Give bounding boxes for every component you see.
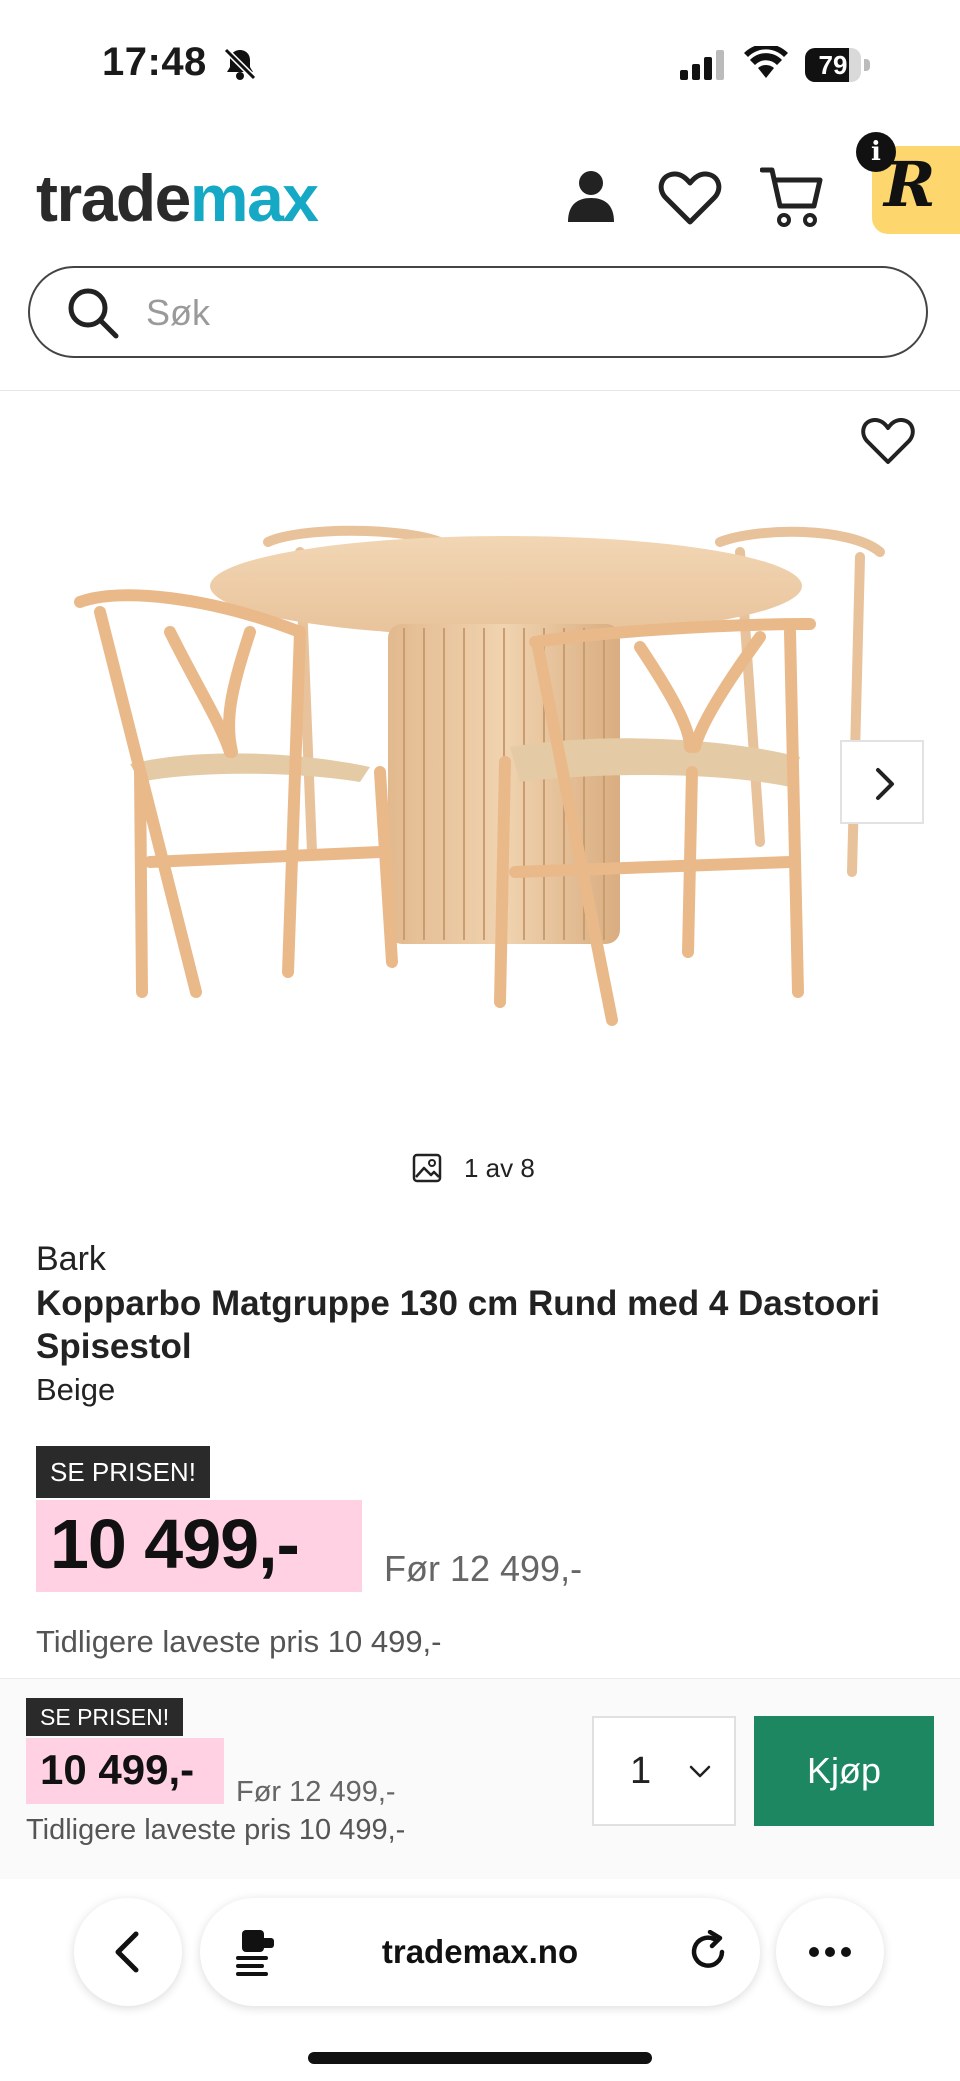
info-icon[interactable]: i bbox=[856, 132, 896, 172]
bell-muted-icon bbox=[223, 47, 257, 81]
chevron-left-icon bbox=[115, 1931, 139, 1973]
buy-button[interactable]: Kjøp bbox=[754, 1716, 934, 1826]
search-bar[interactable] bbox=[28, 266, 928, 358]
image-icon bbox=[412, 1153, 442, 1183]
chevron-down-icon bbox=[689, 1765, 711, 1778]
image-counter: 1 av 8 bbox=[412, 1148, 535, 1188]
shopping-cart-icon[interactable] bbox=[760, 164, 824, 230]
quantity-value: 1 bbox=[630, 1750, 652, 1792]
search-icon bbox=[68, 288, 119, 339]
logo-text-max: max bbox=[189, 161, 319, 235]
battery-level: 79 bbox=[818, 50, 848, 80]
battery-indicator: 79 bbox=[805, 48, 875, 82]
browser-back-button[interactable] bbox=[74, 1898, 182, 2006]
favorite-heart-icon[interactable] bbox=[860, 416, 916, 466]
status-time: 17:48 bbox=[102, 40, 207, 84]
chevron-right-icon bbox=[876, 768, 894, 800]
previous-lowest-price: Tidligere laveste pris 10 499,- bbox=[36, 1624, 442, 1659]
home-indicator bbox=[308, 2052, 652, 2064]
buybar-previous-lowest-price: Tidligere laveste pris 10 499,- bbox=[26, 1814, 406, 1846]
product-image[interactable] bbox=[0, 392, 960, 1152]
image-counter-text: 1 av 8 bbox=[464, 1152, 535, 1183]
trademax-logo[interactable]: trademax bbox=[36, 160, 319, 236]
product-color: Beige bbox=[36, 1372, 116, 1407]
price-campaign-tag: SE PRISEN! bbox=[36, 1446, 210, 1498]
next-image-button[interactable] bbox=[840, 740, 924, 824]
cell-signal-icon bbox=[680, 50, 724, 80]
url-text: trademax.no bbox=[381, 1933, 579, 1970]
price-highlight: 10 499,- bbox=[36, 1500, 362, 1592]
product-title: Kopparbo Matgruppe 130 cm Rund med 4 Das… bbox=[36, 1284, 880, 1366]
buybar-price-highlight: 10 499,- bbox=[26, 1738, 224, 1804]
reload-icon[interactable] bbox=[688, 1930, 730, 1972]
wishlist-heart-icon[interactable] bbox=[658, 170, 722, 226]
browser-more-button[interactable] bbox=[776, 1898, 884, 2006]
before-price: Før 12 499,- bbox=[384, 1548, 583, 1589]
buybar-price: 10 499,- bbox=[40, 1746, 195, 1793]
buybar-before-price: Før 12 499,- bbox=[236, 1776, 396, 1808]
wifi-icon bbox=[744, 46, 788, 78]
search-input[interactable] bbox=[144, 280, 848, 346]
quantity-select[interactable]: 1 bbox=[592, 1716, 736, 1826]
buybar-campaign-tag: SE PRISEN! bbox=[26, 1698, 184, 1736]
more-dots-icon bbox=[809, 1947, 851, 1957]
browser-address-bar[interactable]: trademax.no bbox=[200, 1898, 760, 2006]
product-price: 10 499,- bbox=[50, 1505, 300, 1583]
logo-text-trade: trade bbox=[36, 161, 191, 235]
product-brand[interactable]: Bark bbox=[36, 1240, 106, 1279]
user-account-icon[interactable] bbox=[566, 168, 616, 224]
header-divider bbox=[0, 390, 960, 391]
